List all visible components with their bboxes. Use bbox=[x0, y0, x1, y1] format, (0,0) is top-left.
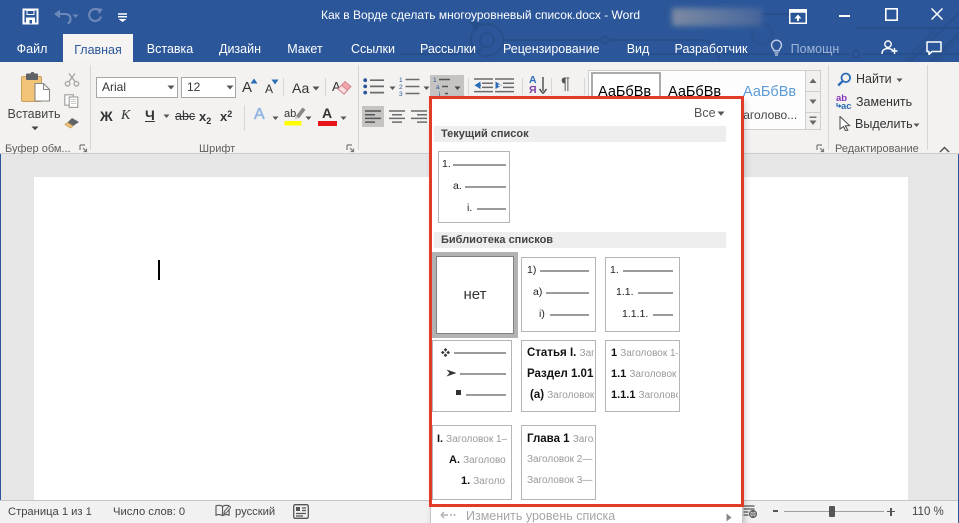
svg-text:3: 3 bbox=[399, 91, 403, 96]
svg-text:2: 2 bbox=[399, 84, 403, 91]
svg-text:1: 1 bbox=[399, 77, 403, 84]
svg-text:a: a bbox=[436, 84, 440, 91]
svg-text:1: 1 bbox=[433, 77, 437, 84]
svg-text:ab: ab bbox=[284, 108, 296, 120]
svg-text:ac: ac bbox=[841, 101, 852, 110]
